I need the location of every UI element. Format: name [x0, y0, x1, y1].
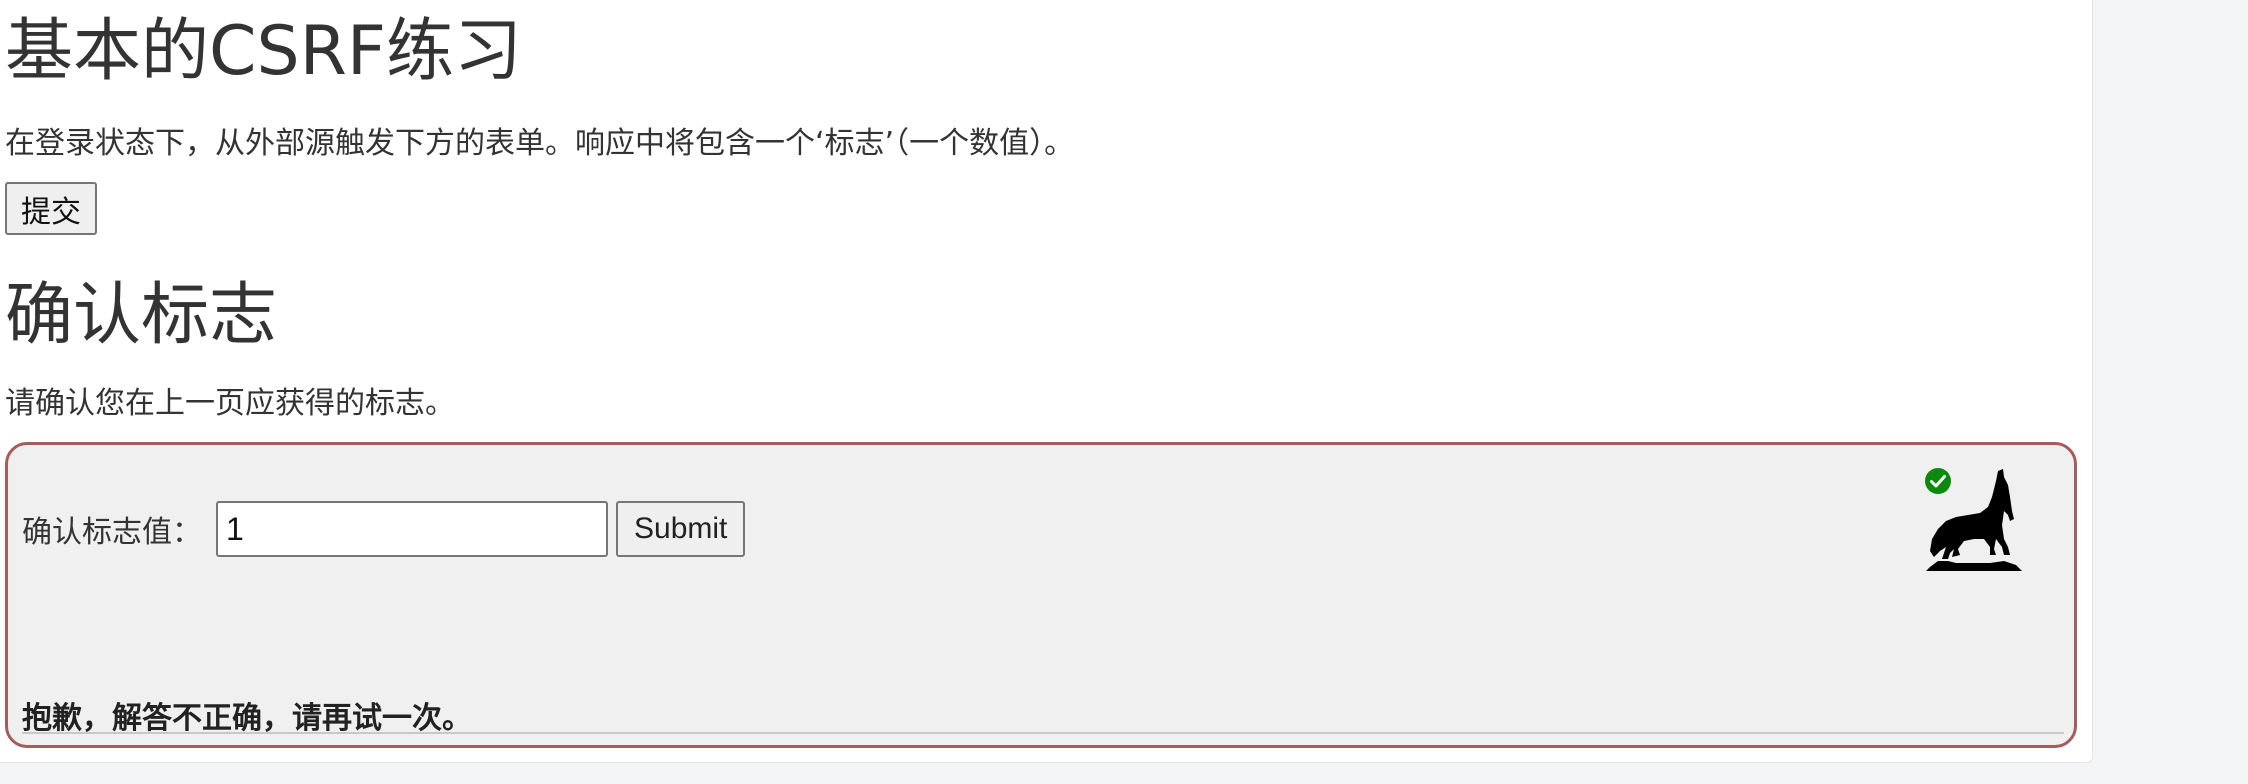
divider: [22, 732, 2064, 734]
page: 基本的CSRF练习 在登录状态下，从外部源触发下方的表单。响应中将包含一个‘标志…: [0, 0, 2093, 763]
page-title: 基本的CSRF练习: [5, 12, 523, 91]
flag-form: 确认标志值： Submit: [22, 501, 746, 557]
flag-panel: 确认标志值： Submit 抱歉，解答不正确，请再试一次。: [5, 442, 2077, 748]
confirm-flag-title: 确认标志: [5, 276, 278, 355]
submit-button[interactable]: 提交: [5, 182, 97, 235]
flag-input[interactable]: [216, 501, 608, 557]
result-message: 抱歉，解答不正确，请再试一次。: [22, 701, 472, 736]
confirm-flag-text: 请确认您在上一页应获得的标志。: [5, 386, 455, 421]
flag-label: 确认标志值：: [22, 515, 202, 550]
check-circle-icon: [1925, 468, 1951, 494]
status-widget: [1924, 467, 2024, 577]
instructions-text: 在登录状态下，从外部源触发下方的表单。响应中将包含一个‘标志’（一个数值）。: [5, 126, 1075, 161]
flag-submit-button[interactable]: Submit: [616, 501, 746, 557]
